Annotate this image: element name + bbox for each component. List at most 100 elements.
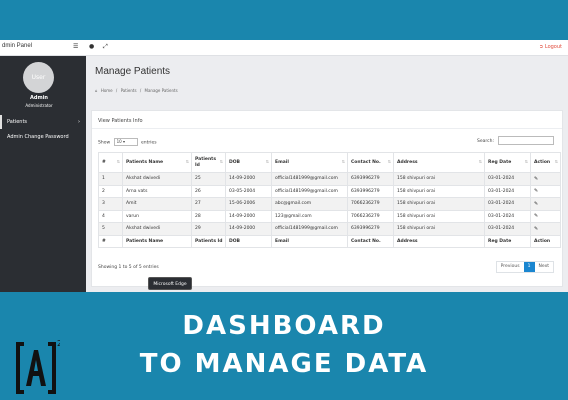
table-footer-row: # Patients Name Patients Id DOB Email Co… [98,234,561,248]
table-cell: 158 shivpuri orai [393,172,485,186]
patients-card: View Patients Info Show 10 ▾ entries Sea… [91,110,563,287]
breadcrumb-home[interactable]: Home [101,88,113,93]
table-cell: 4 [98,209,123,223]
table-cell: 6393996279 [347,172,394,186]
edit-icon[interactable]: ✎ [534,176,538,182]
column-header[interactable]: Contact No. ⇅ [347,152,394,173]
table-cell: official1481999@gmail.com [271,172,348,186]
entries-length: Show 10 ▾ entries [98,138,157,146]
table-cell: 14-09-2000 [225,209,272,223]
table-cell: 03-01-2024 [484,184,531,198]
sort-icon: ⇅ [387,159,391,164]
table-cell: 7066236279 [347,197,394,211]
breadcrumb-patients[interactable]: Patients [121,88,137,93]
table-cell: 14-09-2000 [225,172,272,186]
banner-subheading: TO MANAGE DATA [139,349,429,379]
user-icon[interactable]: ● [89,43,94,50]
app-window: dmin Panel ☰ ● ⤢ ➲ Logout User Admin Adm… [0,40,568,292]
brand-logo: 2 [16,339,60,394]
logo-superscript: 2 [57,339,60,348]
table-cell: Amit [122,197,192,211]
table-cell: 03-01-2024 [484,209,531,223]
column-header[interactable]: Patients Name ⇅ [122,152,192,173]
expand-icon[interactable]: ⤢ [103,43,108,51]
column-footer: DOB [225,234,272,248]
sort-icon: ⇅ [524,159,528,164]
page-1-button[interactable]: 1 [523,262,535,272]
column-header[interactable]: Action ⇅ [530,152,561,173]
table-cell: 03-05-2004 [225,184,272,198]
column-footer: Patients Name [122,234,192,248]
edit-icon[interactable]: ✎ [534,188,538,194]
column-header[interactable]: # ⇅ [98,152,123,173]
main-content: Manage Patients ⌂ Home / Patients / Mana… [86,56,568,292]
sort-icon: ⇅ [265,159,269,164]
table-cell: Arna vats [122,184,192,198]
table-cell: 14-09-2000 [225,222,272,236]
column-footer: Reg Date [484,234,531,248]
table-cell: 28 [191,209,226,223]
action-cell: ✎ [530,197,561,211]
table-cell: 03-01-2024 [484,222,531,236]
table-cell: 5 [98,222,123,236]
sort-icon: ⇅ [554,159,558,164]
table-cell: 123@gmail.com [271,209,348,223]
table-cell: 27 [191,197,226,211]
edit-icon[interactable]: ✎ [534,201,538,207]
list-icon[interactable]: ☰ [73,43,78,50]
divider [92,128,562,129]
page-title: Manage Patients [95,66,171,77]
table-info: Showing 1 to 5 of 5 entries [98,265,159,270]
pagination: Previous 1 Next [495,261,554,273]
edit-icon[interactable]: ✎ [534,226,538,232]
column-header[interactable]: Patients Id ⇅ [191,152,226,173]
table-header-row: # ⇅ Patients Name ⇅ Patients Id ⇅ DOB ⇅ Emai… [98,152,561,173]
breadcrumb: ⌂ Home / Patients / Manage Patients [95,88,180,93]
logout-link[interactable]: ➲ Logout [539,44,562,50]
action-cell: ✎ [530,209,561,223]
top-bar: dmin Panel ☰ ● ⤢ ➲ Logout [0,40,568,56]
column-footer: Contact No. [347,234,394,248]
table-cell: 158 shivpuri orai [393,184,485,198]
table-cell: 6393996279 [347,222,394,236]
previous-button[interactable]: Previous [497,262,524,272]
column-footer: Patients Id [191,234,226,248]
taskbar-tooltip: Microsoft Edge [148,277,192,290]
table-cell: 7066236279 [347,209,394,223]
sidebar-item-admin-change-password[interactable]: Admin Change Password [0,130,86,144]
table-row: 4 varun 28 14-09-2000 123@gmail.com 706623627… [98,209,561,223]
table-cell: 1 [98,172,123,186]
edit-icon[interactable]: ✎ [534,213,538,219]
sort-icon: ⇅ [478,159,482,164]
column-header[interactable]: Address ⇅ [393,152,485,173]
table-body: 1 Akshat dwivedi 25 14-09-2000 official14819… [98,172,561,236]
action-cell: ✎ [530,184,561,198]
table-cell: 6393996279 [347,184,394,198]
search-input[interactable] [498,136,554,145]
column-footer: # [98,234,123,248]
admin-name: Admin [30,95,48,101]
entries-select[interactable]: 10 ▾ [113,138,138,146]
table-cell: 158 shivpuri orai [393,222,485,236]
action-cell: ✎ [530,222,561,236]
column-header[interactable]: DOB ⇅ [225,152,272,173]
action-cell: ✎ [530,172,561,186]
sidebar-item-patients[interactable]: Patients › [0,115,86,129]
table-cell: 03-01-2024 [484,197,531,211]
table-cell: 3 [98,197,123,211]
table-row: 1 Akshat dwivedi 25 14-09-2000 official14819… [98,172,561,186]
table-row: 3 Amit 27 15-06-2006 abc@gmail.com 7066236279… [98,197,561,211]
column-header[interactable]: Reg Date ⇅ [484,152,531,173]
column-footer: Email [271,234,348,248]
next-button[interactable]: Next [535,262,553,272]
table-cell: official1481999@gmail.com [271,184,348,198]
breadcrumb-separator: / [139,88,142,93]
column-header[interactable]: Email ⇅ [271,152,348,173]
table-cell: varun [122,209,192,223]
search-label: Search: [477,139,494,144]
table-row: 2 Arna vats 26 03-05-2004 official1481999@gm… [98,184,561,198]
sort-icon: ⇅ [341,159,345,164]
table-cell: 158 shivpuri orai [393,197,485,211]
patients-table: # ⇅ Patients Name ⇅ Patients Id ⇅ DOB ⇅ Emai… [98,152,561,248]
table-cell: 29 [191,222,226,236]
